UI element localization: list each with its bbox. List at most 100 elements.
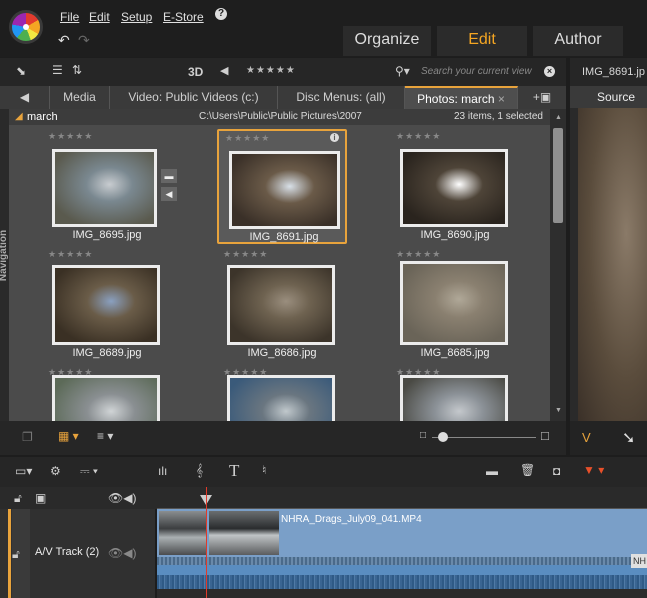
new-tab-icon[interactable]: +▣ xyxy=(518,86,566,109)
audio-mixer-icon[interactable]: ılı xyxy=(158,464,167,478)
menu-file[interactable]: File xyxy=(60,10,79,24)
app-topbar: File Edit Setup E-Store ? ↶ ↷ Organize E… xyxy=(0,0,647,57)
view-list-icon[interactable]: ☰ xyxy=(52,63,63,77)
delete-icon[interactable]: 🗑︎ xyxy=(520,463,535,477)
visibility-icon[interactable]: 👁︎◀) xyxy=(108,491,136,505)
media-item[interactable]: ★★★★★ IMG_8689.jpg xyxy=(42,247,172,362)
search-icon[interactable]: ⚲▾ xyxy=(395,64,410,78)
track-thumb-icon[interactable]: ▣ xyxy=(35,491,46,505)
photo-thumbnail xyxy=(400,149,508,227)
timeline-ruler: 🔓︎ ▣ 👁︎◀) xyxy=(0,487,647,509)
menu-estore[interactable]: E-Store xyxy=(163,10,204,24)
next-clip-label[interactable]: NH xyxy=(631,554,647,568)
clear-search-icon[interactable]: × xyxy=(544,66,555,77)
marker-icon[interactable]: ▼ ▾ xyxy=(583,463,604,477)
tab-edit[interactable]: Edit xyxy=(437,26,527,56)
audio-clip-bar[interactable] xyxy=(157,565,647,575)
menu-setup[interactable]: Setup xyxy=(121,10,152,24)
voiceover-icon[interactable]: ♮ xyxy=(262,463,266,477)
tab-author[interactable]: Author xyxy=(533,26,623,56)
menu-edit[interactable]: Edit xyxy=(89,10,110,24)
tab-organize[interactable]: Organize xyxy=(343,26,431,56)
media-item-name: IMG_8695.jpg xyxy=(72,229,142,241)
photo-thumbnail xyxy=(400,261,508,345)
preview-image xyxy=(578,108,647,421)
photo-thumbnail xyxy=(227,375,335,421)
media-item[interactable]: ★★★★★ IMG_8690.jpg xyxy=(390,129,520,244)
track-content: NHRA_Drags_July09_041.MP4 NH xyxy=(157,487,647,598)
photo-thumbnail xyxy=(227,265,335,345)
thumbnail-view-icon[interactable]: ▦ ▾ xyxy=(58,429,79,443)
sort-icon[interactable]: ⇅ xyxy=(72,63,82,77)
media-item[interactable]: ★★★★★ xyxy=(390,365,520,421)
arrow-icon[interactable]: ➘ xyxy=(622,428,635,448)
redo-icon[interactable]: ↷ xyxy=(78,32,90,49)
preview-panel: IMG_8691.jp Source V ➘ xyxy=(570,58,647,455)
tab-back-arrow[interactable]: ◀ xyxy=(0,86,50,109)
tag-filter-icon[interactable]: ◀ xyxy=(220,64,228,77)
tab-disc-menus[interactable]: Disc Menus: (all) xyxy=(278,86,405,109)
tab-media[interactable]: Media xyxy=(50,86,110,109)
3d-filter-button[interactable]: 3D xyxy=(188,65,203,79)
video-clip[interactable]: NHRA_Drags_July09_041.MP4 xyxy=(157,509,647,557)
timeline-view-icon[interactable]: ▭▾ xyxy=(15,464,32,478)
snapshot-icon[interactable]: ◘ xyxy=(553,464,560,478)
folder-icon[interactable]: ▬ xyxy=(161,169,177,183)
tab-photos[interactable]: Photos: march × xyxy=(405,86,518,109)
app-logo[interactable] xyxy=(9,10,43,44)
folder-collapse-icon[interactable]: ◢ xyxy=(15,109,23,125)
info-icon[interactable]: i xyxy=(330,133,339,142)
list-view-icon[interactable]: ≡ ▾ xyxy=(97,429,113,443)
media-item[interactable]: ★★★★★ IMG_8695.jpg ▬ ◀ xyxy=(42,129,177,244)
media-item-name: IMG_8685.jpg xyxy=(420,347,490,359)
settings-icon[interactable]: ⚙ xyxy=(50,464,61,478)
library-bottom-bar: ❐ ▦ ▾ ≡ ▾ □ □ xyxy=(0,421,566,455)
rating-stars[interactable]: ★★★★★ xyxy=(225,133,270,144)
track-active-indicator xyxy=(8,509,11,598)
photo-thumbnail xyxy=(52,149,157,227)
marker-v-icon[interactable]: V xyxy=(582,430,591,445)
media-item[interactable]: ★★★★★ IMG_8691.jpg i xyxy=(217,129,347,244)
photo-thumbnail xyxy=(52,265,160,345)
search-input[interactable]: Search your current view xyxy=(421,66,532,77)
track-visibility-icon[interactable]: 👁︎◀) xyxy=(108,546,136,560)
tag-icon[interactable]: ◀ xyxy=(161,187,177,201)
audio-waveform xyxy=(157,557,647,565)
track-lock-icon[interactable]: 🔓︎ xyxy=(12,547,20,562)
music-icon[interactable]: 𝄞 xyxy=(196,463,203,478)
playhead-line xyxy=(206,487,207,598)
rating-stars[interactable]: ★★★★★ xyxy=(396,131,441,142)
track-name[interactable]: A/V Track (2) xyxy=(35,546,99,558)
edit-mode-icon[interactable]: ⎓ ▾ xyxy=(80,464,98,479)
media-item[interactable]: ★★★★★ IMG_8685.jpg xyxy=(390,247,520,362)
rating-stars[interactable]: ★★★★★ xyxy=(223,249,268,260)
zoom-slider-handle[interactable] xyxy=(438,432,448,442)
cut-icon[interactable]: ▬ xyxy=(486,464,498,478)
media-item-name: IMG_8689.jpg xyxy=(72,347,142,359)
tab-video[interactable]: Video: Public Videos (c:) xyxy=(110,86,278,109)
rating-stars[interactable]: ★★★★★ xyxy=(396,249,441,260)
help-icon[interactable]: ? xyxy=(215,8,227,20)
photo-thumbnail xyxy=(52,375,160,421)
close-tab-icon[interactable]: × xyxy=(498,92,505,106)
tab-source[interactable]: Source xyxy=(597,90,635,104)
stack-icon[interactable]: ❐ xyxy=(22,430,33,444)
media-item[interactable]: ★★★★★ xyxy=(42,365,172,421)
timeline-toolbar: ▭▾ ⚙ ⎓ ▾ ılı 𝄞 T ♮ ▬ 🗑︎ ◘ ▼ ▾ xyxy=(0,457,647,487)
folder-header: ◢ march C:\Users\Public\Public Pictures\… xyxy=(9,109,550,125)
zoom-out-icon[interactable]: □ xyxy=(420,430,426,441)
media-item[interactable]: ★★★★★ IMG_8686.jpg xyxy=(217,247,347,362)
library-scrollbar[interactable]: ▲ ▼ xyxy=(550,109,566,421)
clip-thumbnail xyxy=(159,511,207,555)
media-item[interactable]: ★★★★★ xyxy=(217,365,347,421)
undo-icon[interactable]: ↶ xyxy=(58,32,70,49)
add-to-collection-icon[interactable]: ⬊ xyxy=(16,64,26,78)
rating-stars[interactable]: ★★★★★ xyxy=(48,249,93,260)
title-icon[interactable]: T xyxy=(229,461,239,481)
rating-filter[interactable]: ★★★★★ xyxy=(246,65,296,76)
rating-stars[interactable]: ★★★★★ xyxy=(48,131,93,142)
lock-icon[interactable]: 🔓︎ xyxy=(14,491,22,506)
photo-thumbnail xyxy=(400,375,508,421)
zoom-in-icon[interactable]: □ xyxy=(541,428,549,443)
library-tabs: ◀ Media Video: Public Videos (c:) Disc M… xyxy=(0,86,566,109)
